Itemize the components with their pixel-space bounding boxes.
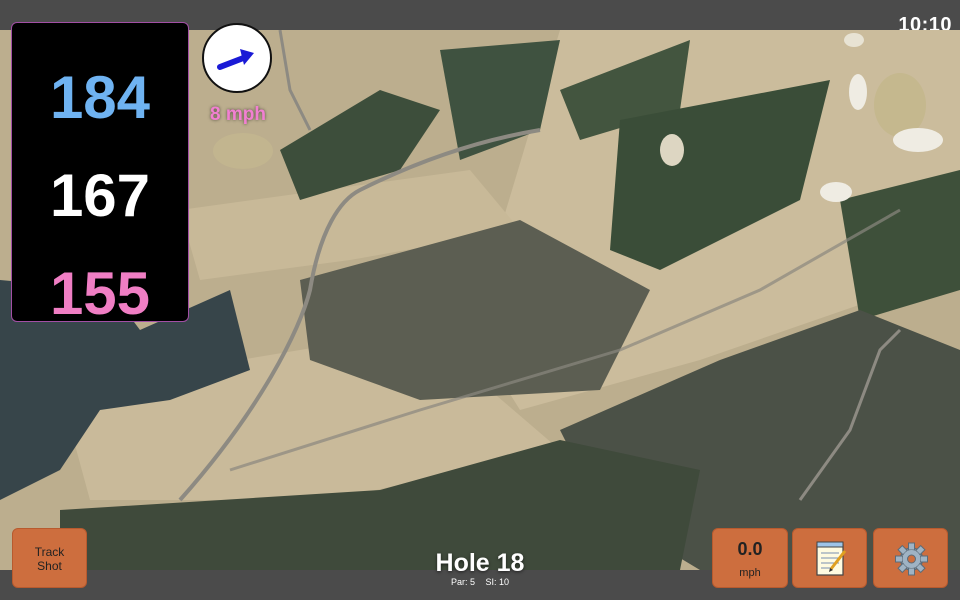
speed-button[interactable]: 0.0 mph [712, 528, 788, 588]
front-yardage: 155 [49, 260, 151, 327]
hole-details: Par: 5 SI: 10 [380, 577, 580, 587]
hole-par: Par: 5 [450, 577, 475, 587]
speed-unit: mph [739, 567, 761, 579]
speed-value: 0.0 [737, 539, 763, 559]
wind-direction-indicator [202, 23, 272, 93]
track-shot-label-line1: Track [34, 545, 65, 559]
hole-title: Hole 18 [435, 549, 525, 577]
settings-button[interactable] [873, 528, 948, 588]
notepad-icon [816, 541, 847, 576]
wind-speed-label: 8 mph [210, 104, 266, 125]
yardage-panel: 184 167 155 [11, 22, 189, 327]
hole-stroke-index: SI: 10 [485, 577, 510, 587]
wind-arrow-icon [217, 49, 254, 70]
notes-button[interactable] [792, 528, 867, 588]
back-yardage: 184 [49, 64, 151, 131]
track-shot-button[interactable]: Track Shot [12, 528, 87, 588]
gear-icon [895, 542, 928, 576]
middle-yardage: 167 [49, 162, 151, 229]
hole-info: Hole 18 Par: 5 SI: 10 [380, 548, 580, 587]
track-shot-label-line2: Shot [37, 559, 62, 573]
